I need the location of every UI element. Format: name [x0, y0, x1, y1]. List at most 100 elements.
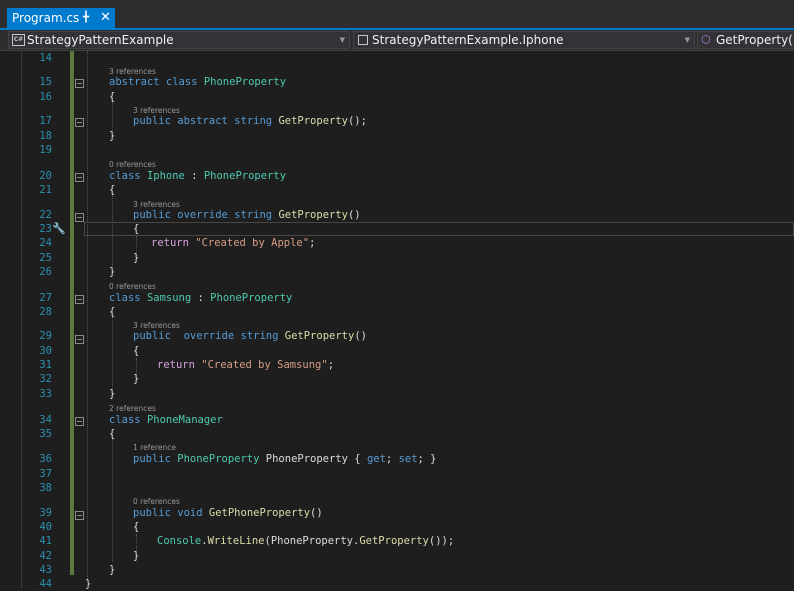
- keyword: return: [151, 237, 189, 249]
- code-line: 16 {: [0, 90, 794, 104]
- project-dropdown-label: StrategyPatternExample: [27, 33, 174, 47]
- close-icon[interactable]: ✕: [100, 10, 111, 25]
- string-literal: "Created by Apple": [195, 237, 310, 249]
- method-icon: ⬡: [701, 33, 711, 46]
- code-text: public abstract string GetProperty();: [133, 115, 367, 127]
- code-text: }: [133, 550, 140, 562]
- code-line: 23 {: [0, 222, 794, 236]
- project-dropdown[interactable]: C# StrategyPatternExample ▼: [8, 31, 350, 49]
- line-number: 40: [39, 521, 52, 533]
- method-name: GetProperty: [284, 330, 355, 342]
- line-number: 44: [39, 578, 52, 590]
- method-name: WriteLine: [207, 535, 265, 547]
- code-line: 43 }: [0, 563, 794, 577]
- code-line: 15 abstract class PhoneProperty: [0, 75, 794, 89]
- code-text: }: [133, 252, 140, 264]
- line-number: 37: [39, 468, 52, 480]
- navigation-bar: C# StrategyPatternExample ▼ StrategyPatt…: [0, 30, 794, 51]
- line-number: 26: [39, 266, 52, 278]
- code-text: public PhoneProperty PhoneProperty { get…: [133, 453, 437, 465]
- code-line: 38: [0, 481, 794, 495]
- code-line: 31 return "Created by Samsung";: [0, 358, 794, 372]
- line-number: 21: [39, 184, 52, 196]
- keyword: override: [177, 209, 228, 221]
- keyword: string: [234, 115, 273, 127]
- code-line: 39 public void GetPhoneProperty(): [0, 506, 794, 520]
- class-icon: [358, 35, 368, 45]
- code-text: {: [109, 184, 116, 196]
- code-text: {: [133, 223, 140, 235]
- line-number: 19: [39, 144, 52, 156]
- code-text: {: [109, 306, 116, 318]
- keyword: class: [109, 414, 141, 426]
- line-number: 39: [39, 507, 52, 519]
- code-line: 29 public override string GetProperty(): [0, 329, 794, 343]
- keyword: get: [366, 453, 386, 465]
- code-line: 32 }: [0, 372, 794, 386]
- type-name: PhoneManager: [146, 414, 223, 426]
- line-number: 31: [39, 359, 52, 371]
- method-name: GetPhoneProperty: [208, 507, 311, 519]
- code-text: }: [109, 388, 116, 400]
- keyword: override: [183, 330, 235, 342]
- code-line: 30 {: [0, 344, 794, 358]
- code-text: {: [109, 428, 116, 440]
- code-line: 37: [0, 467, 794, 481]
- line-number: 24: [39, 237, 52, 249]
- keyword: public: [133, 507, 171, 519]
- code-line: 27 class Samsung : PhoneProperty: [0, 291, 794, 305]
- document-tab-strip: Program.cs ╋ ✕: [0, 0, 794, 30]
- code-text: {: [133, 345, 140, 357]
- keyword: public: [133, 453, 171, 465]
- keyword: public: [133, 330, 171, 342]
- code-text: }: [109, 564, 116, 576]
- pin-icon[interactable]: ╋: [83, 12, 89, 23]
- code-line: 28 {: [0, 305, 794, 319]
- line-number: 16: [39, 91, 52, 103]
- type-dropdown[interactable]: StrategyPatternExample.Iphone ▼: [353, 31, 695, 49]
- code-text: {: [133, 521, 140, 533]
- code-line: 22 public override string GetProperty(): [0, 208, 794, 222]
- line-number: 15: [39, 76, 52, 88]
- string-literal: "Created by Samsung": [201, 359, 328, 371]
- type-name: PhoneProperty: [203, 76, 287, 88]
- keyword: abstract: [109, 76, 160, 88]
- csharp-project-icon: C#: [12, 34, 25, 46]
- line-number: 30: [39, 345, 52, 357]
- keyword: public: [133, 209, 171, 221]
- tab-program-cs[interactable]: Program.cs ╋ ✕: [7, 8, 115, 30]
- code-text: class Iphone : PhoneProperty: [109, 170, 287, 182]
- code-text: public override string GetProperty(): [133, 330, 367, 342]
- code-text: class PhoneManager: [109, 413, 223, 427]
- keyword: class: [109, 292, 141, 304]
- code-editor[interactable]: 🔧 3 references 3 references 0 references…: [0, 51, 794, 590]
- line-number: 14: [39, 52, 52, 64]
- type-dropdown-label: StrategyPatternExample.Iphone: [372, 33, 564, 47]
- method-name: GetProperty: [278, 209, 348, 221]
- code-text: }: [109, 266, 116, 278]
- type-name: PhoneProperty: [177, 453, 260, 465]
- method-name: GetProperty: [278, 115, 348, 127]
- code-line: 19: [0, 143, 794, 157]
- line-number: 42: [39, 550, 52, 562]
- code-text: class Samsung : PhoneProperty: [109, 292, 293, 304]
- keyword: public: [133, 115, 171, 127]
- chevron-down-icon: ▼: [339, 36, 345, 44]
- line-number: 33: [39, 388, 52, 400]
- keyword: return: [157, 359, 195, 371]
- line-number: 22: [39, 209, 52, 221]
- code-line: 18 }: [0, 129, 794, 143]
- tab-title: Program.cs: [12, 11, 80, 25]
- keyword: class: [109, 170, 141, 182]
- code-text: abstract class PhoneProperty: [109, 75, 286, 89]
- line-number: 41: [39, 535, 52, 547]
- code-line: 26 }: [0, 265, 794, 279]
- chevron-down-icon: ▼: [684, 36, 690, 44]
- code-line: 40 {: [0, 520, 794, 534]
- keyword: abstract: [177, 115, 228, 127]
- line-number: 32: [39, 373, 52, 385]
- code-line: 42 }: [0, 549, 794, 563]
- method-name: GetProperty: [359, 535, 429, 547]
- code-line: 25 }: [0, 251, 794, 265]
- member-dropdown[interactable]: ⬡ GetProperty(): [697, 31, 794, 49]
